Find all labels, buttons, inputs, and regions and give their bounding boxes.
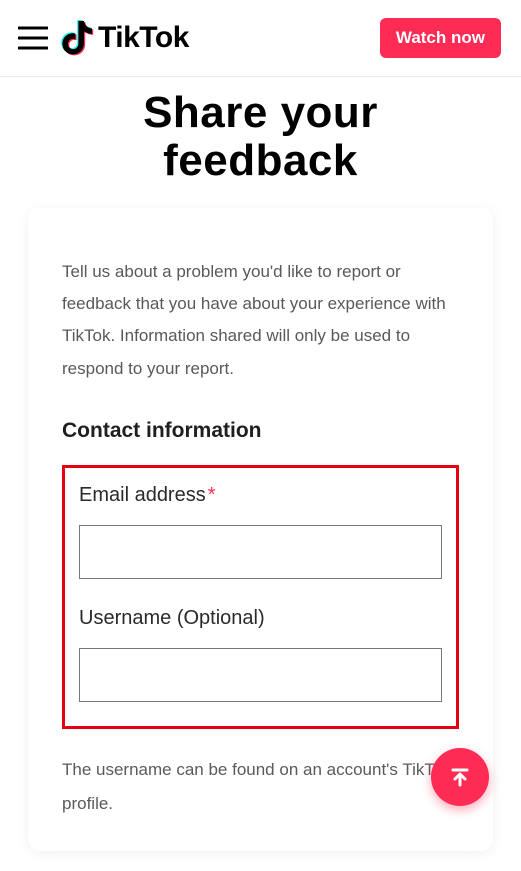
username-note: The username can be found on an account'…	[62, 753, 459, 821]
username-field-group: Username (Optional)	[79, 607, 442, 702]
contact-fields-highlight: Email address* Username (Optional)	[62, 465, 459, 729]
required-asterisk: *	[208, 484, 216, 506]
arrow-up-to-line-icon	[448, 765, 472, 789]
email-label-text: Email address	[79, 484, 206, 506]
watch-now-button[interactable]: Watch now	[380, 18, 501, 58]
tiktok-logo[interactable]: TikTok	[60, 19, 189, 57]
username-input[interactable]	[79, 648, 442, 702]
intro-text: Tell us about a problem you'd like to re…	[62, 256, 459, 385]
scroll-to-top-button[interactable]	[431, 748, 489, 806]
tiktok-logo-text: TikTok	[98, 21, 189, 55]
tiktok-logo-icon	[60, 19, 94, 57]
email-field-group: Email address*	[79, 484, 442, 579]
email-input[interactable]	[79, 525, 442, 579]
email-label: Email address*	[79, 484, 442, 507]
feedback-card: Tell us about a problem you'd like to re…	[28, 208, 493, 851]
contact-section-title: Contact information	[62, 419, 459, 443]
page-title: Share your feedback	[0, 77, 521, 208]
header-left: TikTok	[18, 19, 189, 57]
username-label: Username (Optional)	[79, 607, 442, 630]
hamburger-menu-icon[interactable]	[18, 26, 48, 50]
header: TikTok Watch now	[0, 0, 521, 77]
